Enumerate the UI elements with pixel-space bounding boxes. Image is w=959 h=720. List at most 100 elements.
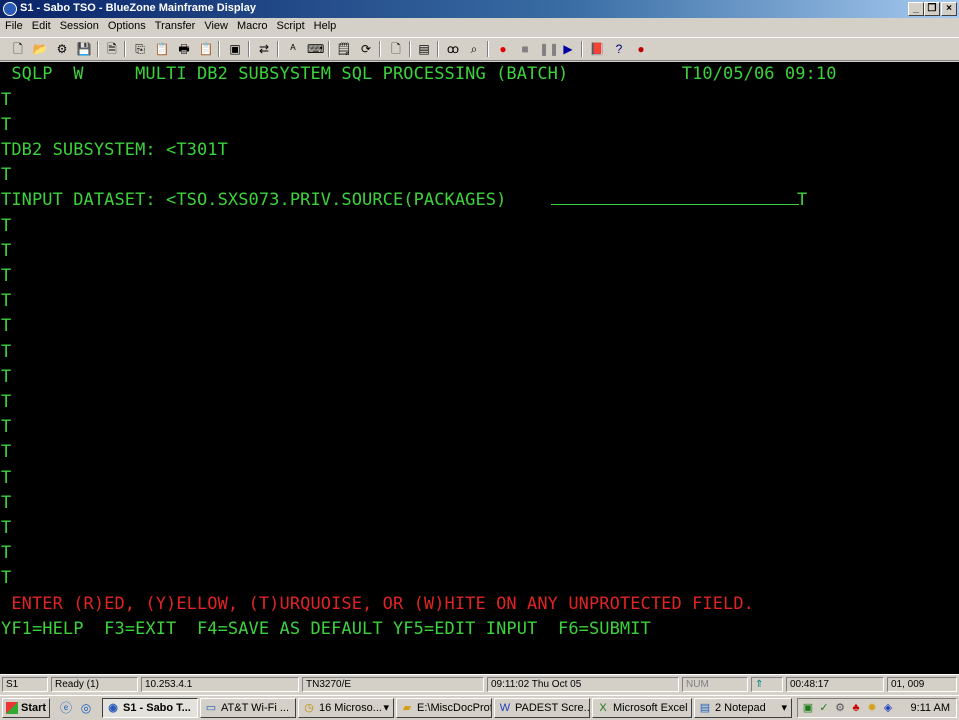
open-icon[interactable]: 📂 [32, 41, 48, 57]
window-icon: ▭ [205, 702, 217, 714]
print-icon[interactable]: 🖶 [176, 41, 192, 57]
find-icon[interactable]: ⌕ [466, 41, 482, 57]
properties-icon[interactable]: 🗎 [104, 41, 120, 57]
field-end-marker: T [797, 190, 808, 210]
chevron-down-icon: ▾ [383, 702, 389, 714]
browser-icon[interactable]: ◎ [78, 700, 94, 716]
toolbar-separator [97, 41, 99, 57]
network-icon[interactable]: ▣ [801, 701, 815, 715]
input-dataset-underline[interactable] [551, 192, 799, 205]
help-icon[interactable]: ? [611, 41, 627, 57]
new-icon[interactable]: 🗋 [10, 41, 26, 57]
task-label: 16 Microso... [319, 702, 382, 714]
terminal-screen[interactable]: SQLP W MULTI DB2 SUBSYSTEM SQL PROCESSIN… [0, 62, 959, 674]
windows-logo-icon [6, 702, 18, 714]
copy-icon[interactable]: ⎘ [132, 41, 148, 57]
people-icon[interactable]: ♣ [849, 701, 863, 715]
excel-icon: X [599, 702, 607, 714]
system-tray: ▣ ✓ ⚙ ♣ ✹ ◈ 9:11 AM [797, 698, 957, 718]
toolbar-separator [581, 41, 583, 57]
minimize-button[interactable]: _ [908, 2, 924, 16]
screen-line: T [1, 165, 12, 185]
toolbar: 🗋 📂 ⚙ 💾 🗎 ⎘ 📋 🖶 📋 ▣ ⇄ ᴬ ⌨ 🗒 ⟳ 🗋 ▤ ꝏ ⌕ ● … [0, 37, 959, 61]
screen-line: T [1, 468, 12, 488]
chevron-down-icon: ▾ [781, 702, 787, 714]
window-title: S1 - Sabo TSO - BlueZone Mainframe Displ… [20, 2, 256, 14]
status-ip: 10.253.4.1 [141, 677, 299, 692]
screen-line: T [1, 543, 12, 563]
task-microsoft-outlook[interactable]: ◷ 16 Microso... ▾ [298, 698, 394, 718]
start-button[interactable]: Start [2, 698, 50, 718]
glasses-icon[interactable]: ꝏ [445, 41, 461, 57]
task-label: AT&T Wi-Fi ... [221, 702, 290, 714]
menu-edit[interactable]: Edit [27, 18, 55, 32]
task-label: 2 Notepad [715, 702, 766, 714]
screen-line: T [1, 417, 12, 437]
task-notepad[interactable]: ▤ 2 Notepad ▾ [694, 698, 792, 718]
task-att-wifi[interactable]: ▭ AT&T Wi-Fi ... [200, 698, 296, 718]
toolbar-separator [328, 41, 330, 57]
menu-file[interactable]: File [0, 18, 27, 32]
screen-line: T [1, 493, 12, 513]
start-label: Start [21, 702, 47, 714]
task-label: Microsoft Excel [613, 702, 688, 714]
screen-line: T [1, 518, 12, 538]
pause-icon[interactable]: ❚❚ [539, 41, 559, 57]
security-icon[interactable]: ✓ [817, 701, 831, 715]
stop-icon[interactable]: ■ [517, 41, 533, 57]
input-dataset-field[interactable]: TINPUT DATASET: <TSO.SXS073.PRIV.SOURCE(… [1, 190, 506, 210]
ie-icon[interactable]: ⓔ [58, 700, 74, 716]
keyboard-icon[interactable]: ⌨ [307, 41, 324, 57]
apple-icon[interactable]: ● [633, 41, 649, 57]
bluezone-app-icon[interactable] [3, 2, 17, 16]
save-icon[interactable]: 💾 [76, 41, 92, 57]
title-bar: S1 - Sabo TSO - BlueZone Mainframe Displ… [0, 0, 959, 18]
shield-icon[interactable]: ◈ [881, 701, 895, 715]
screen-line: T [1, 216, 12, 236]
clipboard-icon[interactable]: 📋 [198, 41, 214, 57]
record-icon[interactable]: ● [495, 41, 511, 57]
menu-view[interactable]: View [199, 18, 232, 32]
menu-session[interactable]: Session [55, 18, 103, 32]
notepad-icon: ▤ [699, 702, 711, 714]
toolbar-separator [248, 41, 250, 57]
file-icon[interactable]: 🗋 [388, 41, 404, 57]
task-microsoft-excel[interactable]: X Microsoft Excel [592, 698, 692, 718]
sync-icon[interactable]: ⚙ [833, 701, 847, 715]
task-explorer-folder[interactable]: ▰ E:\MiscDocProf [396, 698, 492, 718]
screen-line: T [1, 367, 12, 387]
screen-line: T [1, 241, 12, 261]
taskbar: Start ⓔ ◎ ◉ S1 - Sabo T... ▭ AT&T Wi-Fi ..… [0, 695, 959, 720]
screen-line: T [1, 291, 12, 311]
task-bluezone[interactable]: ◉ S1 - Sabo T... [102, 698, 198, 718]
screen-line: T [1, 392, 12, 412]
fk-icon[interactable]: ▤ [416, 41, 432, 57]
font-icon[interactable]: ᴬ [285, 41, 301, 57]
document-icon[interactable]: 🗒 [336, 41, 352, 57]
taskbar-clock[interactable]: 9:11 AM [910, 702, 950, 714]
screen-line: T [1, 442, 12, 462]
screen-line: T [1, 316, 12, 336]
display-icon[interactable]: ▣ [227, 41, 243, 57]
status-num-lock: NUM [682, 677, 748, 692]
refresh-icon[interactable]: ⟳ [358, 41, 374, 57]
transfer-icon[interactable]: ⇄ [256, 41, 272, 57]
status-session: S1 [2, 677, 48, 692]
close-button[interactable]: × [941, 2, 957, 16]
menu-macro[interactable]: Macro [232, 18, 272, 32]
toolbar-separator [379, 41, 381, 57]
task-word-document[interactable]: W PADEST Scre... [494, 698, 590, 718]
play-icon[interactable]: ▶ [560, 41, 576, 57]
menu-options[interactable]: Options [103, 18, 150, 32]
menu-transfer[interactable]: Transfer [150, 18, 200, 32]
db2-subsystem-field[interactable]: TDB2 SUBSYSTEM: <T301T [1, 140, 228, 160]
restore-button[interactable]: ❐ [924, 2, 940, 16]
connect-icon[interactable]: ⚙ [54, 41, 70, 57]
menu-help[interactable]: Help [309, 18, 341, 32]
paste-icon[interactable]: 📋 [154, 41, 170, 57]
sun-icon[interactable]: ✹ [865, 701, 879, 715]
book-icon[interactable]: 📕 [589, 41, 605, 57]
screen-line: T [1, 266, 12, 286]
menu-script[interactable]: Script [272, 18, 309, 32]
word-icon: W [499, 702, 511, 714]
